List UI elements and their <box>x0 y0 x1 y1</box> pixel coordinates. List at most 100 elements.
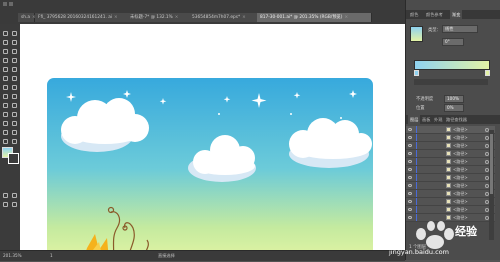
close-tab-icon[interactable]: × <box>175 15 179 20</box>
tab-pathfinder[interactable]: 路径查找器 <box>444 115 469 124</box>
eraser-tool-icon[interactable] <box>2 75 9 82</box>
stroke-swatch[interactable] <box>8 153 19 164</box>
layer-row[interactable]: <路径> <box>406 150 495 158</box>
gradient-stop-right[interactable] <box>485 70 490 76</box>
warp-tool-icon[interactable] <box>11 84 18 91</box>
eye-icon[interactable] <box>408 208 412 211</box>
watermark-brand: 经验 <box>455 225 477 238</box>
layer-row[interactable]: <路径> <box>406 166 495 174</box>
status-bar: 201.35% 1 直接选择 <box>0 250 405 261</box>
slice-tool-icon[interactable] <box>2 138 9 145</box>
color-mode-icon[interactable] <box>2 192 9 199</box>
layer-row[interactable]: <路径> <box>406 182 495 190</box>
layer-row[interactable]: <路径> <box>406 134 495 142</box>
direct-selection-tool-icon[interactable] <box>11 30 18 37</box>
layer-thumbnail <box>446 167 451 172</box>
page-number[interactable]: 1 <box>50 253 53 258</box>
eye-icon[interactable] <box>408 176 412 179</box>
eye-icon[interactable] <box>408 192 412 195</box>
eye-icon[interactable] <box>408 144 412 147</box>
pencil-tool-icon[interactable] <box>11 66 18 73</box>
eye-icon[interactable] <box>408 160 412 163</box>
sparkle-icon <box>66 92 76 102</box>
position-field[interactable]: 0% <box>444 104 464 112</box>
gradient-stop-left[interactable] <box>414 70 419 76</box>
layers-panel-tabs: 图层 画板 外观 路径查找器 <box>406 115 500 124</box>
layer-row[interactable]: <路径> <box>406 190 495 198</box>
symbol-sprayer-tool-icon[interactable] <box>11 120 18 127</box>
layer-row[interactable]: <路径> <box>406 126 495 134</box>
tab-color[interactable]: 颜色 <box>408 10 420 19</box>
screen-mode-icon[interactable] <box>11 201 18 208</box>
layer-row[interactable]: <路径> <box>406 158 495 166</box>
cloud-middle <box>188 135 256 182</box>
gradient-slider[interactable] <box>414 60 490 70</box>
artboard[interactable] <box>47 78 373 260</box>
layers-scroll-thumb[interactable] <box>490 134 493 194</box>
document-tab[interactable]: Ffi_ 3795628 20160324161241. ai × <box>35 13 130 22</box>
gradient-tool-icon[interactable] <box>2 111 9 118</box>
watermark-url: jingyan.baidu.com <box>389 248 449 256</box>
layer-row[interactable]: <路径> <box>406 198 495 206</box>
layer-thumbnail <box>446 151 451 156</box>
opacity-field[interactable]: 100% <box>444 95 464 103</box>
layer-row[interactable]: <路径> <box>406 142 495 150</box>
eye-icon[interactable] <box>408 128 412 131</box>
gradient-type-label: 类型： <box>428 28 441 33</box>
magic-wand-tool-icon[interactable] <box>2 39 9 46</box>
sparkle-icon <box>349 90 357 98</box>
rectangle-tool-icon[interactable] <box>11 57 18 64</box>
free-transform-tool-icon[interactable] <box>2 93 9 100</box>
document-tab[interactable]: 53654854m7h07.eps* × <box>189 13 258 22</box>
layer-thumbnail <box>446 135 451 140</box>
type-tool-icon[interactable] <box>11 48 18 55</box>
perspective-grid-tool-icon[interactable] <box>2 102 9 109</box>
gradient-type-select[interactable]: 线性 <box>442 25 478 33</box>
artboard-tool-icon[interactable] <box>11 129 18 136</box>
gradient-mode-icon[interactable] <box>11 192 18 199</box>
eyedropper-tool-icon[interactable] <box>11 111 18 118</box>
eye-icon[interactable] <box>408 184 412 187</box>
opacity-label: 不透明度 <box>416 97 434 102</box>
sparkle-icon <box>251 93 267 108</box>
brush-tool-icon[interactable] <box>2 66 9 73</box>
sparkle-icon <box>223 96 231 103</box>
rotate-tool-icon[interactable] <box>11 75 18 82</box>
pen-tool-icon[interactable] <box>2 48 9 55</box>
current-tool-status: 直接选择 <box>158 253 175 258</box>
column-graph-tool-icon[interactable] <box>2 129 9 136</box>
line-tool-icon[interactable] <box>2 57 9 64</box>
eye-icon[interactable] <box>408 200 412 203</box>
layer-thumbnail <box>446 143 451 148</box>
tab-layers[interactable]: 图层 <box>408 115 421 124</box>
eye-icon[interactable] <box>408 136 412 139</box>
close-tab-icon[interactable]: × <box>114 15 118 20</box>
mesh-tool-icon[interactable] <box>11 102 18 109</box>
gradient-ramp <box>414 79 488 85</box>
hand-tool-icon[interactable] <box>11 138 18 145</box>
eye-icon[interactable] <box>408 168 412 171</box>
tab-gradient[interactable]: 渐变 <box>450 10 463 19</box>
blend-tool-icon[interactable] <box>2 120 9 127</box>
eye-icon[interactable] <box>408 152 412 155</box>
lasso-tool-icon[interactable] <box>11 39 18 46</box>
shape-builder-tool-icon[interactable] <box>11 93 18 100</box>
gradient-preview[interactable] <box>410 26 423 42</box>
draw-mode-icon[interactable] <box>2 201 9 208</box>
tab-artboards[interactable]: 画板 <box>420 115 432 124</box>
close-tab-icon[interactable]: × <box>242 15 246 20</box>
active-document-tab[interactable]: 817-30-001.ai* @ 201.35% (RGB/预览) × <box>257 13 372 22</box>
tab-appearance[interactable]: 外观 <box>432 115 444 124</box>
zoom-level[interactable]: 201.35% <box>3 253 22 258</box>
cloud-left <box>61 98 149 152</box>
tab-color-guide[interactable]: 颜色参考 <box>424 10 445 19</box>
selection-tool-icon[interactable] <box>2 30 9 37</box>
angle-field[interactable]: 0° <box>442 38 464 46</box>
sparkle-icon <box>293 92 301 99</box>
cloud-right <box>289 118 372 168</box>
layer-row[interactable]: <路径> <box>406 174 495 182</box>
close-tab-icon[interactable]: × <box>344 15 348 20</box>
document-tab[interactable]: sh.a × <box>18 13 36 22</box>
scale-tool-icon[interactable] <box>2 84 9 91</box>
document-tab[interactable]: 未标题-7* @ 132.1% × <box>127 13 192 22</box>
